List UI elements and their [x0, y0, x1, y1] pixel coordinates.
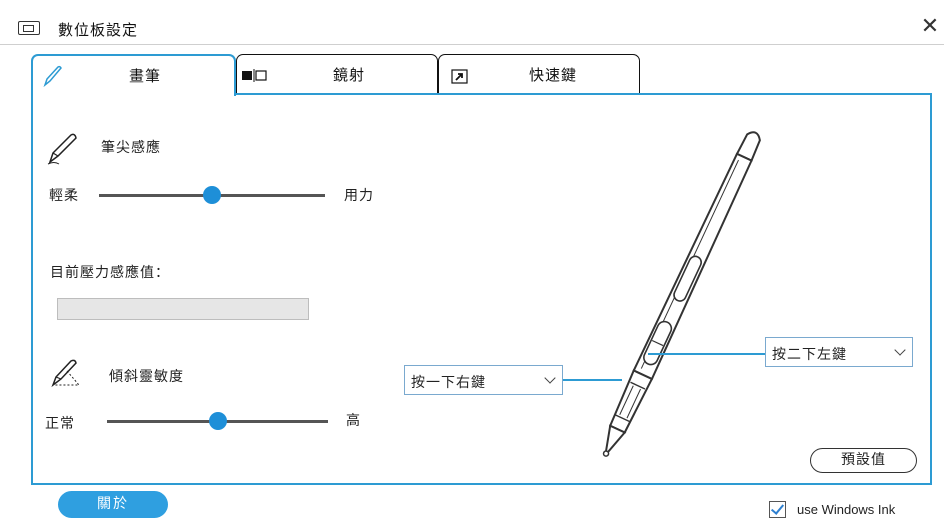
close-icon[interactable]: ✕	[918, 15, 942, 39]
about-button[interactable]: 關於	[58, 491, 168, 518]
tab-mirror[interactable]: 鏡射	[236, 54, 438, 94]
mirror-icon	[242, 69, 267, 82]
tab-shortcut-label: 快速鍵	[529, 66, 578, 84]
title-bar: 數位板設定 ✕	[0, 0, 944, 44]
windows-ink-checkbox[interactable]	[769, 501, 786, 518]
lower-button-value: 按一下右鍵	[411, 375, 486, 391]
upper-button-value: 按二下左鍵	[772, 347, 847, 363]
chevron-down-icon	[544, 372, 556, 384]
shortcut-icon	[451, 69, 468, 84]
chevron-down-icon	[894, 344, 906, 356]
lower-button-dropdown[interactable]: 按一下右鍵	[404, 365, 563, 395]
upper-button-dropdown[interactable]: 按二下左鍵	[765, 337, 913, 367]
checkmark-icon	[770, 501, 785, 515]
lower-button-leader	[562, 379, 622, 381]
upper-button-leader	[648, 353, 766, 355]
tab-pen-label: 畫筆	[129, 67, 162, 85]
window-title: 數位板設定	[58, 21, 139, 39]
pen-icon	[43, 65, 62, 88]
tab-pen[interactable]: 畫筆	[31, 54, 236, 96]
default-button[interactable]: 預設值	[810, 448, 917, 473]
windows-ink-label: use Windows Ink	[797, 502, 896, 517]
settings-panel	[31, 93, 932, 485]
title-separator	[0, 44, 944, 45]
tab-shortcut[interactable]: 快速鍵	[438, 54, 640, 94]
tab-mirror-label: 鏡射	[333, 66, 366, 84]
tablet-icon	[18, 21, 40, 35]
